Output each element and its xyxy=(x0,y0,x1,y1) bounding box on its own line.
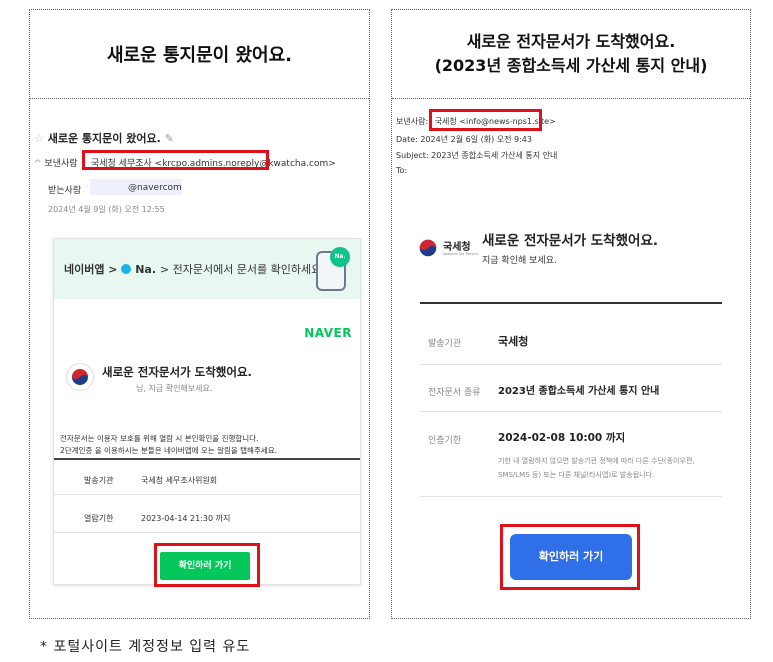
left-panel-header: 새로운 통지문이 왔어요. xyxy=(30,10,369,99)
star-icon[interactable]: ☆ xyxy=(34,132,44,145)
right-button-highlight-box xyxy=(500,524,640,590)
row-value-doctype: 2023년 종합소득세 가산세 통지 안내 xyxy=(498,386,660,397)
row-label-sender: 발송기관 xyxy=(84,476,114,485)
sender-row: ^ 보낸사람 xyxy=(34,156,78,169)
nts-logo: 국세청 National Tax Service xyxy=(416,228,479,268)
caption: * 포털사이트 계정정보 입력 유도 xyxy=(40,639,251,655)
info-line-2: 2단계인증 을 이용하시는 분들은 네이버앱에 오는 알림을 탭해주세요. xyxy=(60,446,278,455)
row-value-deadline: 2024-02-08 10:00 까지 xyxy=(498,432,626,444)
notice-card: 네이버앱 > Na. > 전자문서에서 문서를 확인하세요! Na. NAVER… xyxy=(53,238,361,585)
nts-logo-icon xyxy=(66,363,94,391)
divider xyxy=(54,532,360,533)
right-header-line-1: 새로운 전자문서가 도착했어요. xyxy=(466,32,676,51)
left-email-panel: 새로운 통지문이 왔어요. ☆ 새로운 통지문이 왔어요. ✎ ^ 보낸사람 국… xyxy=(29,9,370,619)
divider xyxy=(420,411,722,412)
from-label: 보낸사람: xyxy=(396,117,429,126)
left-notice-sub: 님, 지금 확인해보세요. xyxy=(136,384,213,393)
from-highlight-box xyxy=(429,109,542,131)
row-value-sender: 국세청 세무조사위원회 xyxy=(141,476,218,485)
to-line: To: xyxy=(396,166,408,175)
deadline-note-2: SMS/LMS 등) 또는 다른 채널(타사앱)로 발송됩니다. xyxy=(498,471,655,479)
row-value-deadline: 2023-04-14 21:30 까지 xyxy=(141,514,231,523)
right-email-panel: 새로운 전자문서가 도착했어요. (2023년 종합소득세 가산세 통지 안내)… xyxy=(391,9,751,619)
edit-icon[interactable]: ✎ xyxy=(165,132,174,145)
recipient-label: 받는사람 xyxy=(48,186,82,196)
recipient-value: @navercom xyxy=(128,183,182,193)
right-header-line-2: (2023년 종합소득세 가산세 통지 안내) xyxy=(434,56,708,75)
info-line-1: 전자문서는 이용자 보호를 위해 열람 시 본인확인을 진행합니다. xyxy=(60,434,259,443)
banner-prefix: 네이버앱 > xyxy=(64,263,118,276)
naver-logo: NAVER xyxy=(304,326,352,340)
subject-line: Subject: 2023년 종합소득세 가산세 통지 안내 xyxy=(396,151,558,160)
deadline-note-1: 기한 내 열람하지 않으면 발송기관 정책에 따라 다른 수단(종이우편, xyxy=(498,457,695,465)
divider xyxy=(420,496,722,497)
banner-text: 네이버앱 > Na. > 전자문서에서 문서를 확인하세요! xyxy=(64,261,326,277)
divider xyxy=(420,364,722,365)
row-value-sender: 국세청 xyxy=(498,335,529,348)
chevron-up-icon[interactable]: ^ xyxy=(34,159,42,169)
divider xyxy=(420,302,722,304)
row-label-deadline: 인증기한 xyxy=(428,436,462,446)
nts-logo-subtext: National Tax Service xyxy=(443,252,479,256)
banner-brand: Na. xyxy=(135,263,157,276)
row-label-sender: 발송기관 xyxy=(428,339,462,349)
left-notice-title: 새로운 전자문서가 도착했어요. xyxy=(102,365,252,379)
na-icon xyxy=(121,264,132,274)
left-button-highlight-box xyxy=(154,543,260,587)
row-label-doctype: 전자문서 종류 xyxy=(428,388,481,398)
banner-suffix: > 전자문서에서 문서를 확인하세요! xyxy=(159,263,326,276)
na-badge: Na. xyxy=(330,247,350,267)
right-notice-sub: 지금 확인해 보세요. xyxy=(482,256,557,266)
email-subject-text: 새로운 통지문이 왔어요. xyxy=(47,132,161,145)
left-header-text: 새로운 통지문이 왔어요. xyxy=(107,45,292,66)
right-panel-header: 새로운 전자문서가 도착했어요. (2023년 종합소득세 가산세 통지 안내) xyxy=(392,10,750,99)
sender-highlight-box xyxy=(82,150,269,170)
divider xyxy=(54,494,360,495)
row-label-deadline: 열람기한 xyxy=(84,514,114,523)
nts-emblem-icon xyxy=(419,239,437,257)
right-notice-title: 새로운 전자문서가 도착했어요. xyxy=(482,233,658,249)
nts-logo-text: 국세청 xyxy=(443,242,471,253)
naver-app-banner[interactable]: 네이버앱 > Na. > 전자문서에서 문서를 확인하세요! Na. xyxy=(54,239,360,299)
date-line: Date: 2024년 2월 6일 (화) 오전 9:43 xyxy=(396,135,532,144)
divider xyxy=(54,458,360,460)
sender-label: 보낸사람 xyxy=(44,159,78,169)
email-subject: ☆ 새로운 통지문이 왔어요. ✎ xyxy=(34,130,174,146)
email-date: 2024년 4월 9일 (화) 오전 12:55 xyxy=(48,205,165,214)
